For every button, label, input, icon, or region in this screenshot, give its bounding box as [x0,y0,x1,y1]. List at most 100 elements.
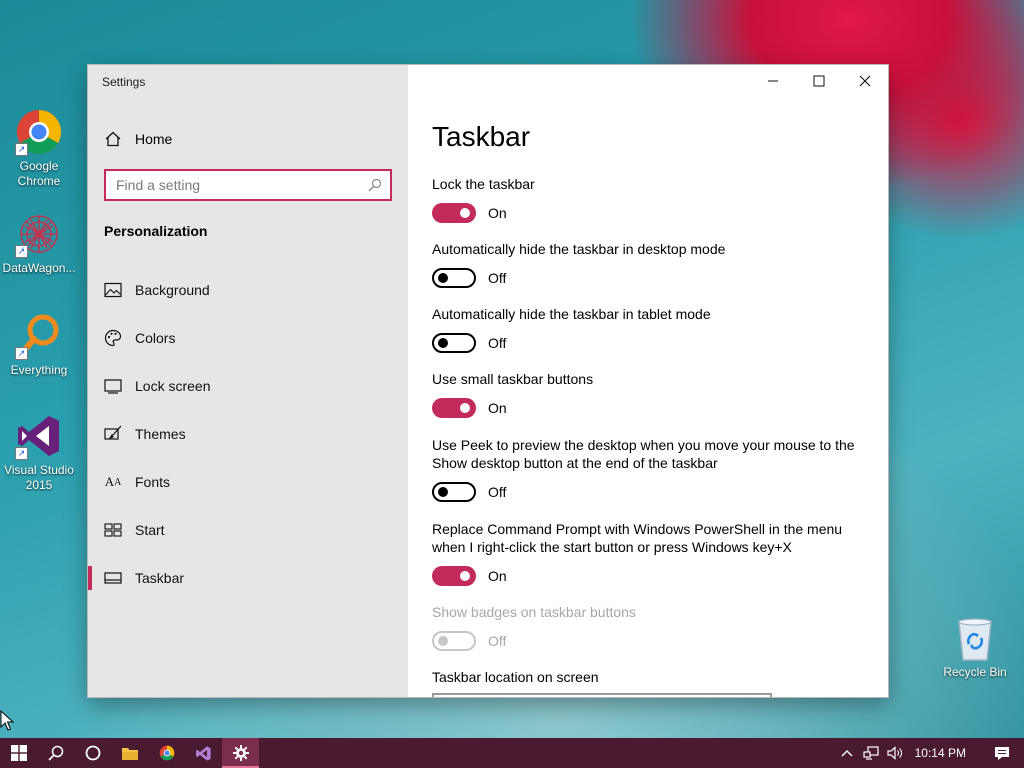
home-link[interactable]: Home [104,129,172,149]
palette-icon [104,329,122,347]
toggle-peek[interactable]: Off [432,482,506,502]
search-icon [47,745,63,761]
desktop-icon-everything[interactable]: ↗ Everything [0,312,79,378]
sidebar-item-label: Lock screen [135,378,211,394]
toggle-state: Off [488,484,507,500]
picture-icon [104,281,122,299]
setting-label-small-buttons: Use small taskbar buttons [432,371,594,387]
desktop-icon-recycle-bin[interactable]: Recycle Bin [935,614,1015,680]
toggle-switch[interactable] [432,482,476,502]
shortcut-arrow-icon: ↗ [15,447,28,460]
toggle-state: Off [488,270,507,286]
toggle-knob [438,636,448,646]
action-center-icon[interactable] [980,738,1024,768]
recycle-bin-icon [951,614,999,662]
sidebar-item-lock-screen[interactable]: Lock screen [88,368,408,404]
desktop-icon-label: Everything [10,363,68,377]
home-icon [104,130,122,148]
close-icon [859,75,871,87]
shortcut-arrow-icon: ↗ [15,245,28,258]
taskbar-icon [104,569,122,587]
toggle-badges: Off [432,631,506,651]
toggle-switch[interactable] [432,333,476,353]
everything-icon: ↗ [15,312,63,360]
taskbar: 10:14 PM [0,738,1024,768]
section-title: Personalization [104,223,208,239]
minimize-icon [768,80,778,82]
clock[interactable]: 10:14 PM [907,746,980,760]
desktop-icon-label: DataWagon... [2,261,76,275]
sidebar-item-label: Themes [135,426,186,442]
sidebar-item-label: Taskbar [135,570,185,586]
font-icon: AA [104,474,122,489]
toggle-knob [438,338,448,348]
settings-window: Settings Home Personalization Background [88,65,888,697]
sidebar-item-label: Colors [135,330,176,346]
home-label: Home [135,131,173,147]
desktop-icon-datawagon[interactable]: ↗ DataWagon... [0,210,79,276]
sidebar-item-colors[interactable]: Colors [88,320,408,356]
toggle-state: On [488,568,507,584]
sidebar-item-label: Background [135,282,210,298]
datawagon-icon: ↗ [15,210,63,258]
toggle-autohide-tablet[interactable]: Off [432,333,506,353]
settings-icon [232,745,249,761]
toggle-switch[interactable] [432,268,476,288]
file-explorer-button[interactable] [111,738,148,768]
start-button[interactable] [0,738,37,768]
search-input[interactable] [116,177,368,193]
toggle-small-buttons[interactable]: On [432,398,507,418]
desktop-icon-label: Recycle Bin [943,665,1007,679]
mouse-cursor-icon [0,710,14,731]
start-icon [10,745,27,761]
file-explorer-icon [121,748,138,760]
setting-label-autohide-desktop: Automatically hide the taskbar in deskto… [432,241,726,257]
volume-icon[interactable] [883,738,907,768]
search-box[interactable] [104,169,392,201]
content-pane: Taskbar Lock the taskbar On Automaticall… [408,65,888,697]
desktop-icon-visual-studio[interactable]: ↗ Visual Studio 2015 [0,412,79,493]
window-title: Settings [102,75,146,89]
search-icon[interactable] [368,178,382,192]
search-button[interactable] [37,738,74,768]
toggle-state: Off [488,633,507,649]
toggle-switch[interactable] [432,398,476,418]
taskbar-location-dropdown[interactable] [432,693,772,697]
setting-label-powershell: Replace Command Prompt with Windows Powe… [432,521,843,555]
sidebar-item-fonts[interactable]: AA Fonts [88,464,408,500]
setting-label-lock-taskbar: Lock the taskbar [432,176,535,192]
desktop-icon-label: Google Chrome [17,159,61,188]
setting-label-badges: Show badges on taskbar buttons [432,604,636,620]
setting-label-peek: Use Peek to preview the desktop when you… [432,437,855,471]
chevron-up-icon[interactable] [835,738,859,768]
setting-label-autohide-tablet: Automatically hide the taskbar in tablet… [432,306,711,322]
shortcut-arrow-icon: ↗ [15,347,28,360]
visual-studio-taskbar-button[interactable] [185,738,222,768]
visual-studio-icon: ↗ [15,412,63,460]
sidebar-item-start[interactable]: Start [88,512,408,548]
toggle-knob [438,273,448,283]
cortana-button[interactable] [74,738,111,768]
sidebar-item-themes[interactable]: Themes [88,416,408,452]
toggle-knob [460,571,470,581]
toggle-state: On [488,205,507,221]
maximize-button[interactable] [796,65,842,97]
visual-studio-icon [196,745,211,761]
toggle-powershell[interactable]: On [432,566,507,586]
sidebar: Settings Home Personalization Background [88,65,408,697]
toggle-autohide-desktop[interactable]: Off [432,268,506,288]
minimize-button[interactable] [750,65,796,97]
toggle-knob [460,208,470,218]
toggle-switch [432,631,476,651]
desktop-icon-chrome[interactable]: ↗ Google Chrome [0,108,79,189]
chrome-taskbar-button[interactable] [148,738,185,768]
network-icon[interactable] [859,738,883,768]
toggle-switch[interactable] [432,203,476,223]
sidebar-item-taskbar[interactable]: Taskbar [88,560,408,596]
close-button[interactable] [842,65,888,97]
sidebar-item-background[interactable]: Background [88,272,408,308]
settings-taskbar-button[interactable] [222,738,259,768]
toggle-lock-taskbar[interactable]: On [432,203,507,223]
chrome-icon: ↗ [15,108,63,156]
toggle-switch[interactable] [432,566,476,586]
